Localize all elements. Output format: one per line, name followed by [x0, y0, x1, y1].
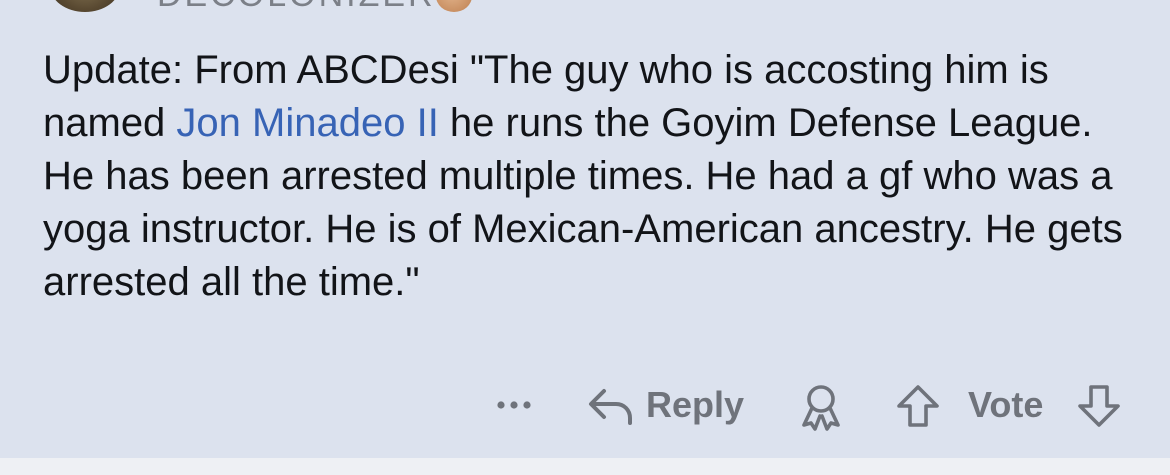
reply-button[interactable]: Reply	[586, 380, 744, 430]
vote-count-label: Vote	[968, 384, 1044, 425]
more-dots-icon[interactable]	[494, 395, 538, 415]
user-flair-icon	[436, 0, 472, 12]
award-icon[interactable]	[796, 383, 846, 431]
avatar[interactable]	[50, 0, 120, 12]
comment-action-bar: Reply Vote	[0, 380, 1170, 431]
comment-body: Update: From ABCDesi "The guy who is acc…	[43, 44, 1123, 309]
reply-label: Reply	[646, 384, 745, 425]
next-comment-separator	[0, 458, 1170, 475]
comment-card: DECOLONIZER Update: From ABCDesi "The gu…	[0, 0, 1170, 458]
username[interactable]: DECOLONIZER	[157, 0, 436, 12]
upvote-arrow-icon[interactable]	[893, 383, 943, 429]
mention-link[interactable]: Jon Minadeo II	[176, 101, 438, 145]
reply-arrow-icon	[589, 389, 632, 425]
downvote-arrow-icon[interactable]	[1074, 383, 1124, 429]
